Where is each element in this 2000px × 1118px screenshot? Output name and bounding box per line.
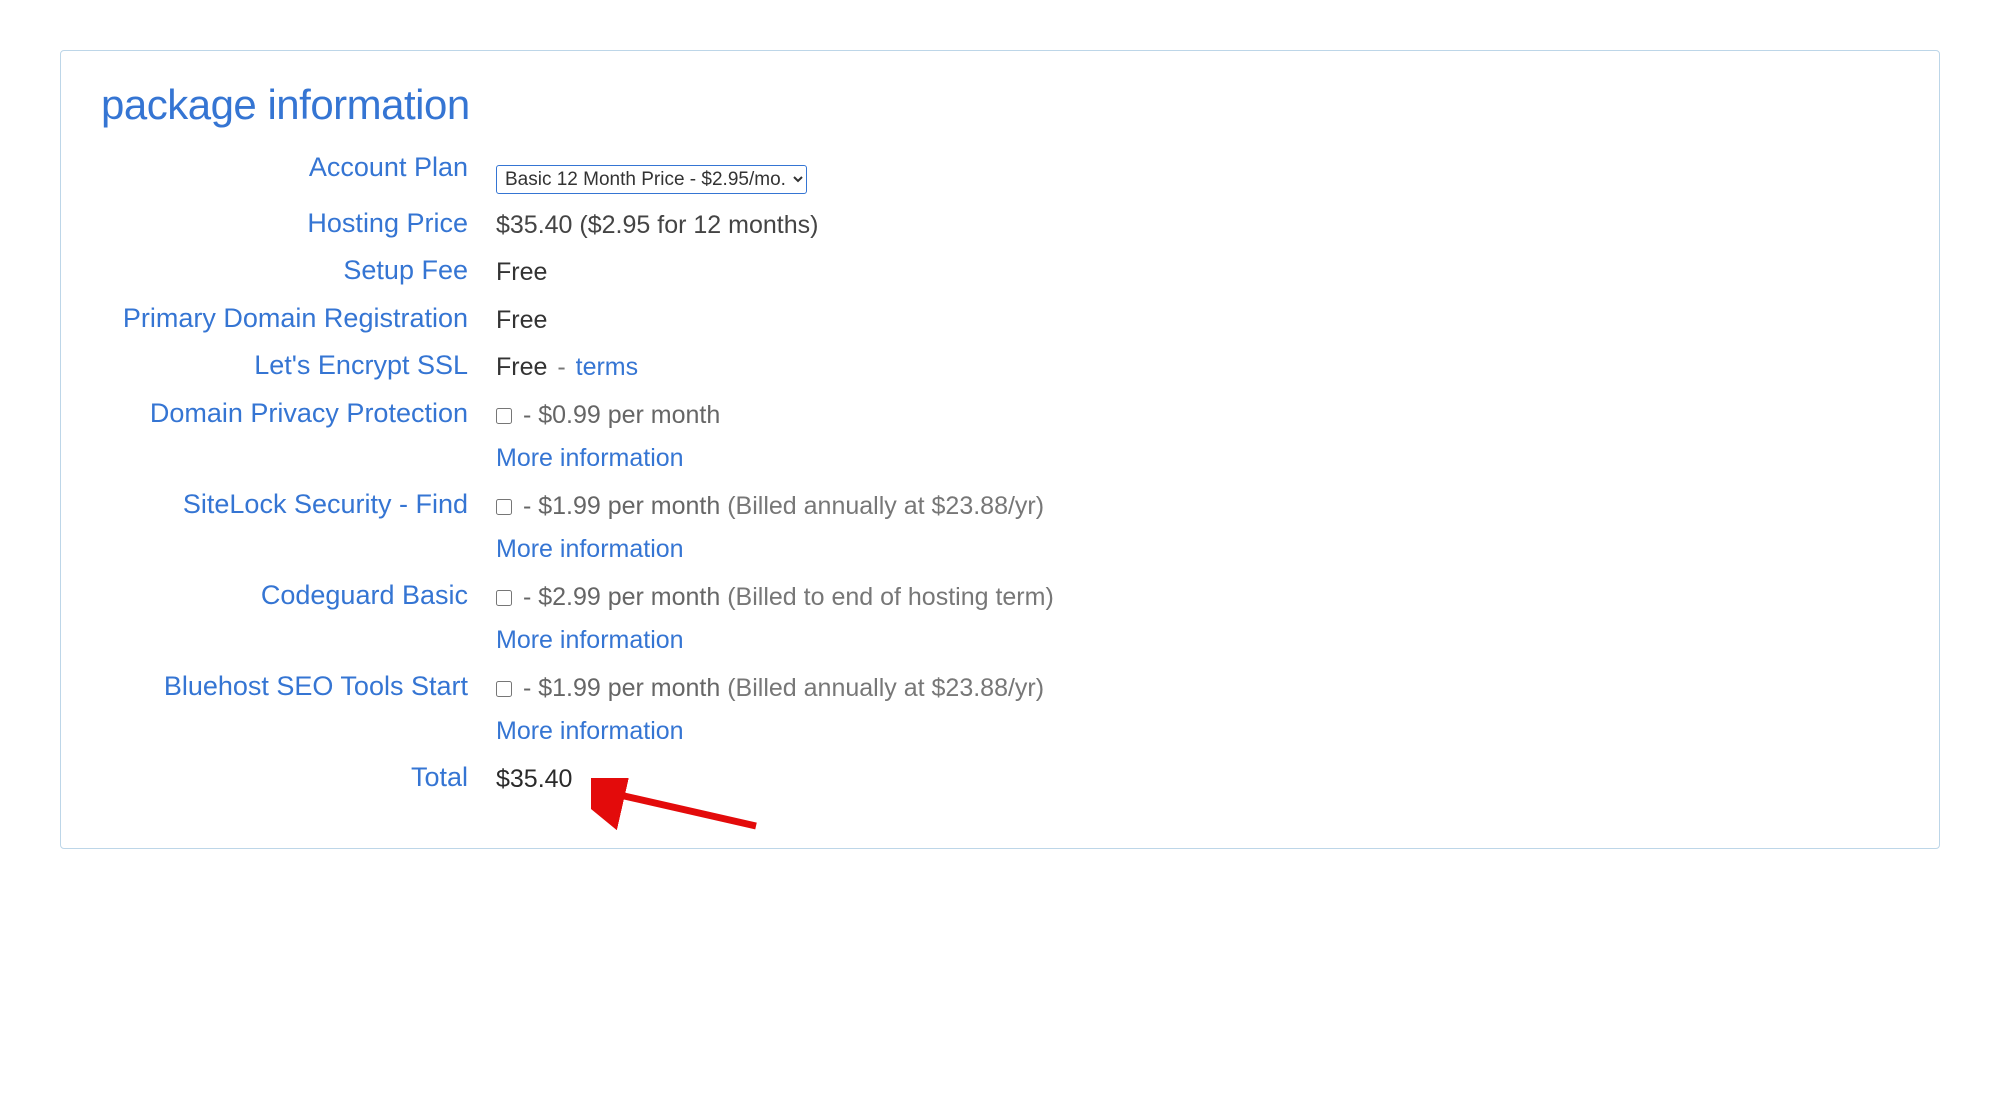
- row-seo: Bluehost SEO Tools Start - $1.99 per mon…: [101, 668, 1899, 708]
- row-sitelock-more: . More information: [101, 529, 1899, 569]
- row-codeguard: Codeguard Basic - $2.99 per month (Bille…: [101, 577, 1899, 617]
- label-hosting-price: Hosting Price: [101, 205, 496, 243]
- value-total: $35.40: [496, 759, 1899, 799]
- account-plan-select[interactable]: Basic 12 Month Price - $2.95/mo.: [496, 165, 807, 194]
- row-hosting-price: Hosting Price $35.40 ($2.95 for 12 month…: [101, 205, 1899, 245]
- ssl-free-text: Free: [496, 353, 547, 381]
- row-setup-fee: Setup Fee Free: [101, 252, 1899, 292]
- sitelock-price: - $1.99 per month: [516, 492, 727, 520]
- row-primary-domain: Primary Domain Registration Free: [101, 300, 1899, 340]
- domain-privacy-checkbox[interactable]: [496, 408, 512, 424]
- value-setup-fee: Free: [496, 252, 1899, 292]
- panel-title: package information: [101, 81, 1899, 129]
- seo-billed: (Billed annually at $23.88/yr): [727, 674, 1044, 702]
- label-primary-domain: Primary Domain Registration: [101, 300, 496, 338]
- seo-more-info-link[interactable]: More information: [496, 713, 684, 751]
- domain-privacy-price: - $0.99 per month: [516, 401, 720, 429]
- codeguard-billed: (Billed to end of hosting term): [727, 583, 1054, 611]
- row-ssl: Let's Encrypt SSL Free - terms: [101, 347, 1899, 387]
- codeguard-price: - $2.99 per month: [516, 583, 727, 611]
- value-codeguard: - $2.99 per month (Billed to end of host…: [496, 577, 1899, 617]
- ssl-terms-link[interactable]: terms: [576, 353, 639, 381]
- row-total: Total $35.40: [101, 759, 1899, 799]
- row-domain-privacy: Domain Privacy Protection - $0.99 per mo…: [101, 395, 1899, 435]
- codeguard-checkbox[interactable]: [496, 590, 512, 606]
- label-ssl: Let's Encrypt SSL: [101, 347, 496, 385]
- sitelock-more-info-link[interactable]: More information: [496, 531, 684, 569]
- value-seo: - $1.99 per month (Billed annually at $2…: [496, 668, 1899, 708]
- label-total: Total: [101, 759, 496, 797]
- label-sitelock: SiteLock Security - Find: [101, 486, 496, 524]
- value-ssl: Free - terms: [496, 347, 1899, 387]
- label-account-plan: Account Plan: [101, 149, 496, 187]
- package-info-panel: package information Account Plan Basic 1…: [60, 50, 1940, 849]
- row-domain-privacy-more: . More information: [101, 438, 1899, 478]
- value-account-plan: Basic 12 Month Price - $2.95/mo.: [496, 149, 1899, 197]
- label-seo: Bluehost SEO Tools Start: [101, 668, 496, 706]
- sitelock-checkbox[interactable]: [496, 499, 512, 515]
- row-account-plan: Account Plan Basic 12 Month Price - $2.9…: [101, 149, 1899, 197]
- label-setup-fee: Setup Fee: [101, 252, 496, 290]
- seo-checkbox[interactable]: [496, 681, 512, 697]
- ssl-dash: -: [550, 353, 572, 381]
- value-hosting-price: $35.40 ($2.95 for 12 months): [496, 205, 1899, 245]
- label-domain-privacy: Domain Privacy Protection: [101, 395, 496, 433]
- row-codeguard-more: . More information: [101, 620, 1899, 660]
- domain-privacy-more-info-link[interactable]: More information: [496, 440, 684, 478]
- value-sitelock: - $1.99 per month (Billed annually at $2…: [496, 486, 1899, 526]
- sitelock-billed: (Billed annually at $23.88/yr): [727, 492, 1044, 520]
- label-codeguard: Codeguard Basic: [101, 577, 496, 615]
- value-primary-domain: Free: [496, 300, 1899, 340]
- codeguard-more-info-link[interactable]: More information: [496, 622, 684, 660]
- value-domain-privacy: - $0.99 per month: [496, 395, 1899, 435]
- seo-price: - $1.99 per month: [516, 674, 727, 702]
- row-sitelock: SiteLock Security - Find - $1.99 per mon…: [101, 486, 1899, 526]
- row-seo-more: . More information: [101, 711, 1899, 751]
